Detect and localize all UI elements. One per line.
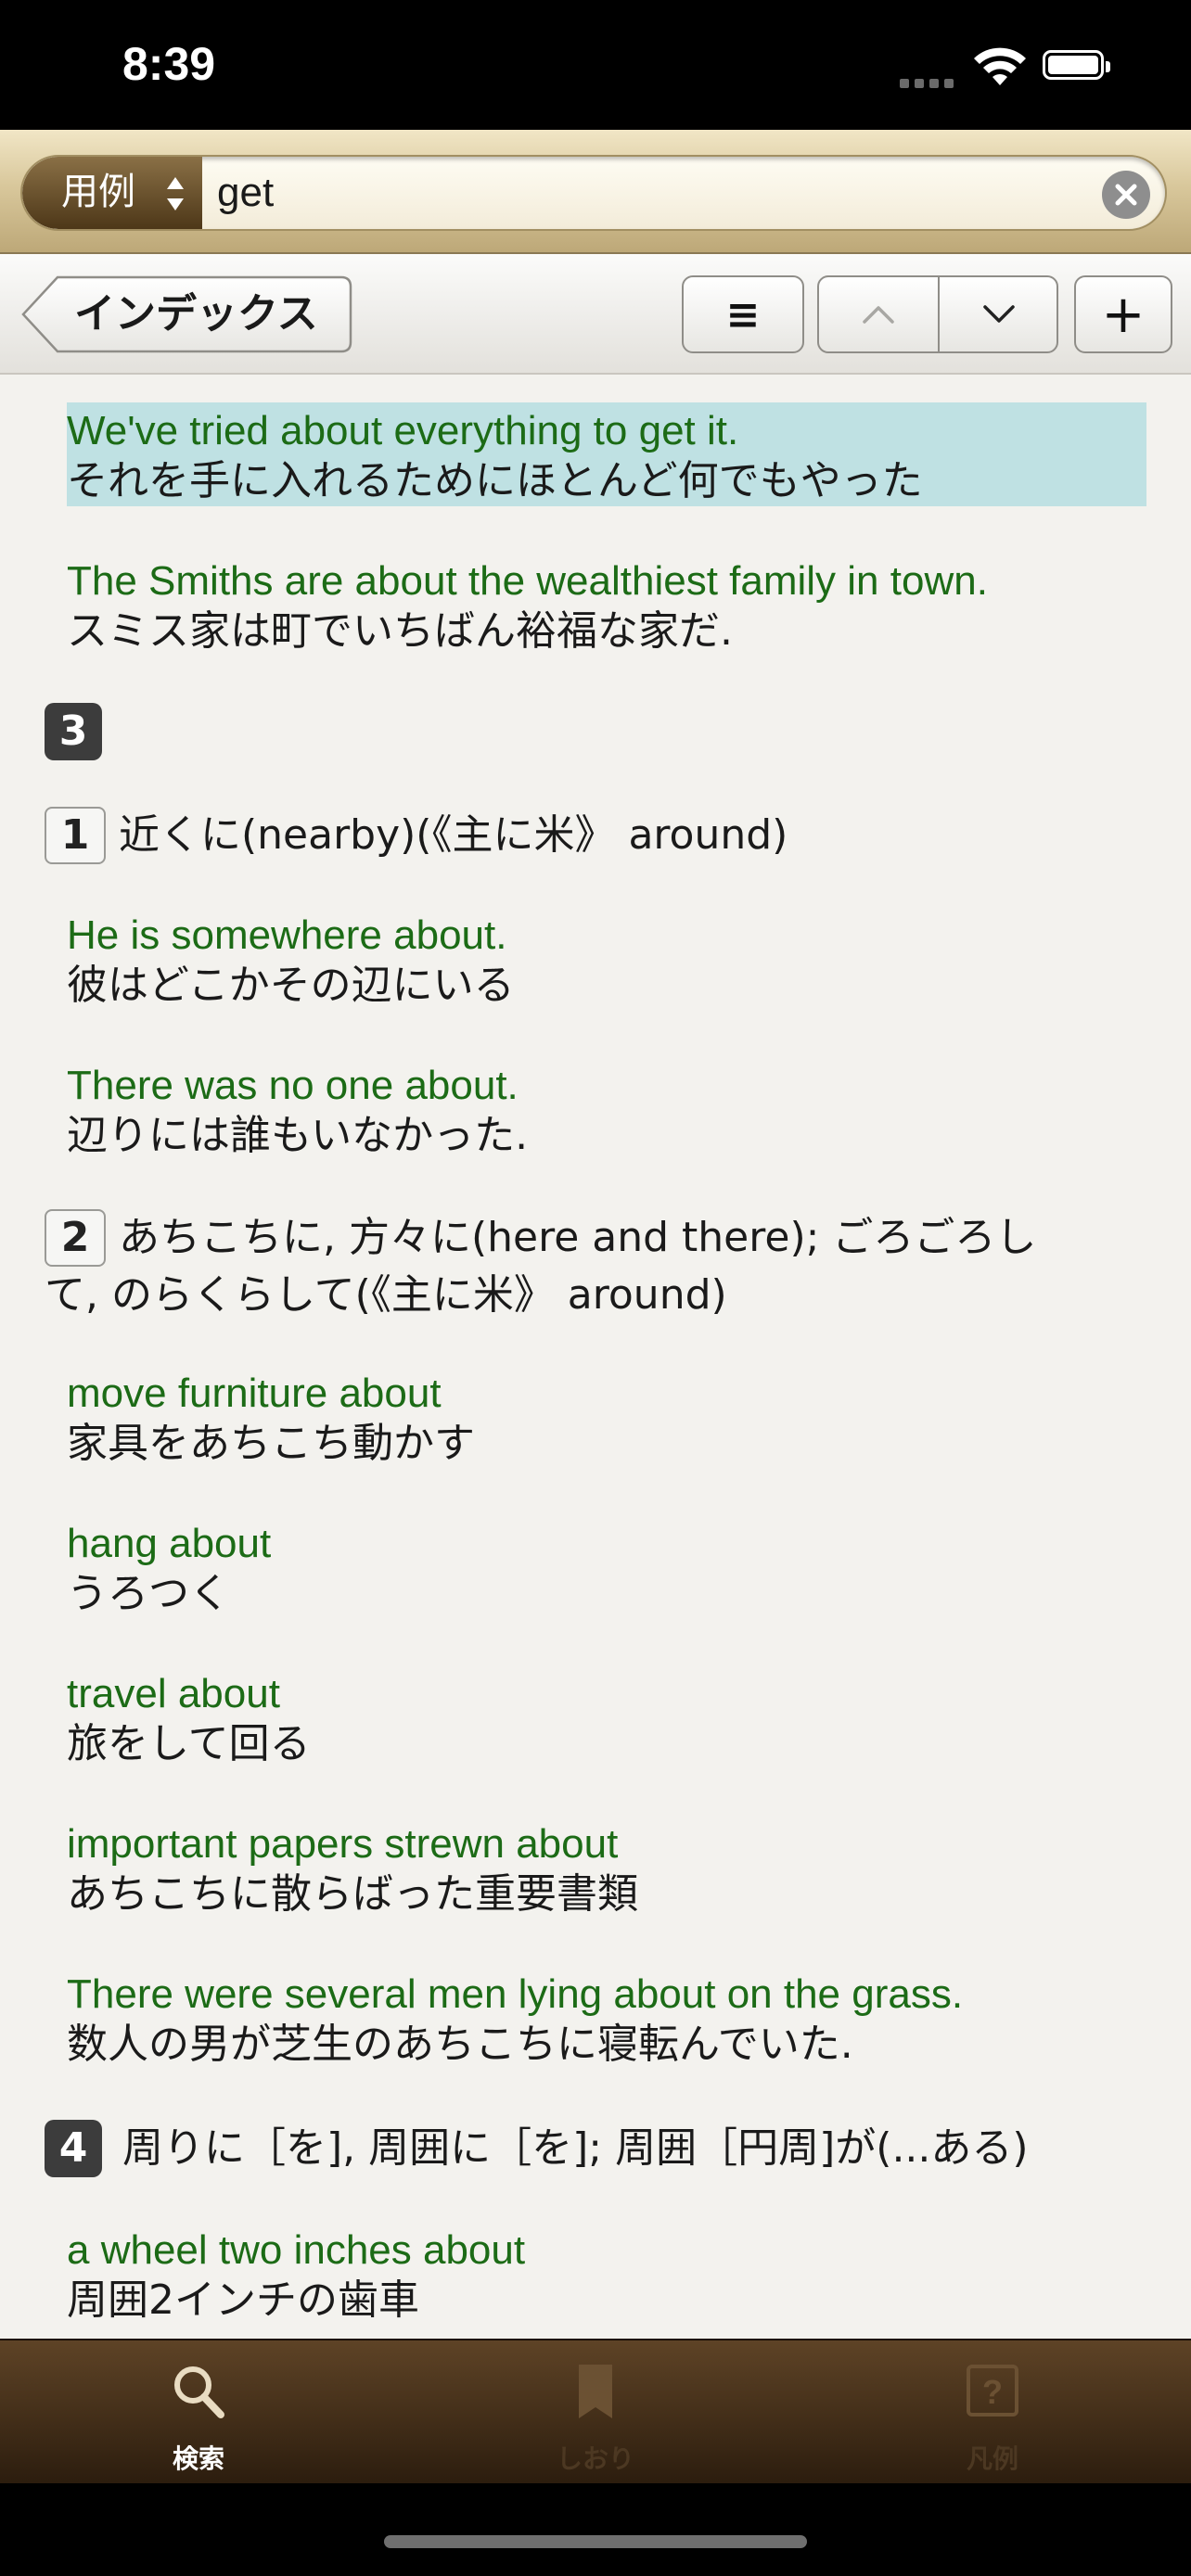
example-japanese: 周囲2インチの歯車 xyxy=(67,2276,419,2324)
list-button[interactable]: ≡ xyxy=(682,275,804,353)
example-english: We've tried about everything to get it. xyxy=(67,408,739,453)
tab-legend[interactable]: ? 凡例 xyxy=(853,2340,1132,2485)
sense-definition: あちこちに, 方々に(here and there); ごろごろし xyxy=(119,1214,1037,1261)
example-item[interactable]: There were several men lying about on th… xyxy=(67,1970,963,2070)
example-item[interactable]: He is somewhere about. 彼はどこかその辺にいる xyxy=(67,911,515,1011)
example-japanese: うろつく xyxy=(67,1570,230,1617)
sense-definition: 周りに［を], 周囲に［を]; 周囲［円周]が(...ある) xyxy=(122,2124,1029,2172)
example-japanese: あちこちに散らばった重要書類 xyxy=(67,1870,638,1918)
example-item[interactable]: move furniture about 家具をあちこち動かす xyxy=(67,1369,475,1469)
example-english: There were several men lying about on th… xyxy=(67,1971,964,2017)
tab-search[interactable]: 検索 xyxy=(59,2340,338,2485)
magnifier-icon xyxy=(174,2366,224,2418)
example-japanese: 数人の男が芝生のあちこちに寝転んでいた. xyxy=(67,2021,853,2068)
cellular-signal-icon xyxy=(900,74,959,92)
example-japanese: 彼はどこかその辺にいる xyxy=(67,962,515,1009)
tab-bookmarks-label: しおり xyxy=(556,2443,634,2474)
scope-label: 用例 xyxy=(61,171,135,213)
navigation-bar: インデックス ≡ + xyxy=(0,254,1191,375)
subsense-number-badge: 1 xyxy=(45,807,106,864)
search-bar: 用例 get xyxy=(0,130,1191,254)
example-item[interactable]: hang about うろつく xyxy=(67,1519,271,1619)
tab-bar: 検索 しおり ? 凡例 xyxy=(0,2339,1191,2483)
clear-search-button[interactable] xyxy=(1102,171,1150,219)
search-field[interactable]: 用例 get xyxy=(20,155,1167,231)
back-to-index-button[interactable]: インデックス xyxy=(20,275,352,353)
dictionary-content: We've tried about everything to get it. … xyxy=(0,375,1191,2339)
example-english: hang about xyxy=(67,1521,272,1566)
example-english: The Smiths are about the wealthiest fami… xyxy=(67,558,988,604)
status-time: 8:39 xyxy=(122,38,216,90)
example-english: There was no one about. xyxy=(67,1063,519,1108)
example-english: move furniture about xyxy=(67,1371,442,1416)
example-japanese: 家具をあちこち動かす xyxy=(67,1420,475,1467)
sense-definition: 近くに(nearby)(《主に米》 around) xyxy=(119,811,788,859)
example-japanese: 辺りには誰もいなかった. xyxy=(67,1112,529,1159)
example-japanese: 旅をして回る xyxy=(67,1720,311,1767)
battery-icon xyxy=(1043,50,1110,80)
example-english: important papers strewn about xyxy=(67,1821,619,1867)
wifi-icon xyxy=(974,47,1026,85)
list-icon: ≡ xyxy=(725,290,761,338)
search-input[interactable]: get xyxy=(217,157,274,229)
sense-number-badge: 3 xyxy=(45,703,102,760)
home-indicator[interactable] xyxy=(384,2535,807,2548)
svg-text:?: ? xyxy=(982,2373,1003,2411)
example-japanese: スミス家は町でいちばん裕福な家だ. xyxy=(67,607,733,655)
example-item[interactable]: important papers strewn about あちこちに散らばった… xyxy=(67,1819,638,1919)
example-item[interactable]: The Smiths are about the wealthiest fami… xyxy=(67,556,988,657)
tab-bookmarks[interactable]: しおり xyxy=(456,2340,735,2485)
updown-arrows-icon xyxy=(167,177,184,210)
example-item[interactable]: We've tried about everything to get it. … xyxy=(67,406,923,506)
home-indicator-area xyxy=(0,2483,1191,2576)
example-item[interactable]: a wheel two inches about 周囲2インチの歯車 xyxy=(67,2225,525,2326)
example-english: He is somewhere about. xyxy=(67,912,507,958)
back-button-label: インデックス xyxy=(74,290,318,338)
tab-legend-label: 凡例 xyxy=(966,2443,1018,2474)
example-item[interactable]: There was no one about. 辺りには誰もいなかった. xyxy=(67,1061,528,1161)
scope-selector-button[interactable]: 用例 xyxy=(22,157,202,229)
previous-button[interactable] xyxy=(819,277,940,351)
bookmark-icon xyxy=(579,2365,612,2418)
status-bar: 8:39 xyxy=(0,0,1191,130)
tab-search-label: 検索 xyxy=(172,2443,224,2474)
example-english: travel about xyxy=(67,1671,280,1716)
prev-next-control xyxy=(817,275,1058,353)
plus-icon: + xyxy=(1101,284,1146,345)
sense-definition-continued: て, のらくらして(《主に米》 around) xyxy=(45,1271,727,1319)
example-item[interactable]: travel about 旅をして回る xyxy=(67,1669,311,1769)
chevron-up-icon xyxy=(863,306,894,324)
next-button[interactable] xyxy=(940,277,1057,351)
sense-number-badge: 4 xyxy=(45,2120,102,2177)
close-icon xyxy=(1115,184,1137,206)
chevron-down-icon xyxy=(983,305,1015,323)
example-english: a wheel two inches about xyxy=(67,2227,526,2273)
add-bookmark-button[interactable]: + xyxy=(1074,275,1172,353)
example-japanese: それを手に入れるためにほとんど何でもやった xyxy=(67,457,923,504)
question-icon: ? xyxy=(967,2365,1018,2417)
subsense-number-badge: 2 xyxy=(45,1209,106,1267)
